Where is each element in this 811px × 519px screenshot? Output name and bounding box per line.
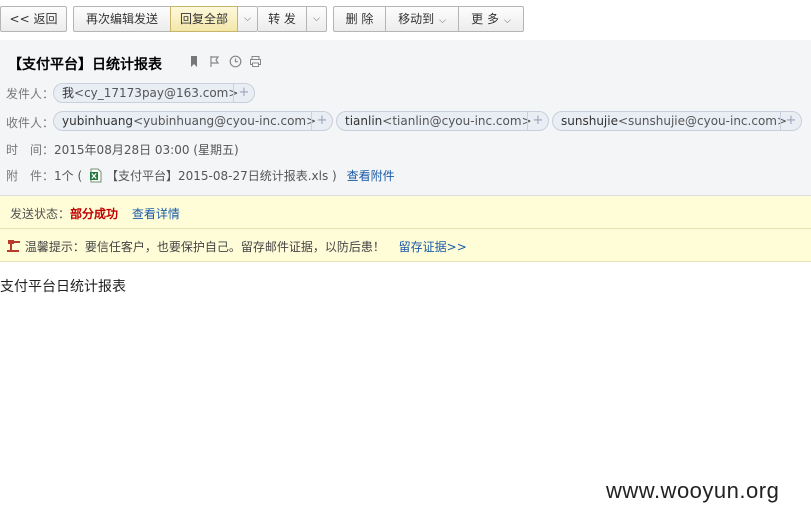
more-button[interactable]: 更 多 ⌵ — [458, 6, 524, 32]
attachment-count: 1个 ( — [54, 169, 83, 183]
recipient-chip[interactable]: yubinhuang<yubinhuang@cyou-inc.com> + — [53, 111, 333, 131]
time-value: 2015年08月28日 03:00 (星期五) — [54, 143, 239, 157]
mail-header: 【支付平台】日统计报表 发件人： 我<cy_17173pay@163.com> … — [0, 40, 811, 196]
to-label: 收件人： — [6, 116, 55, 130]
attachment-file[interactable]: 【支付平台】2015-08-27日统计报表.xls ) — [106, 169, 337, 183]
tip: 温馨提示：要信任客户，也要保护自己。留存邮件证据，以防后患！ 留存证据>> — [7, 238, 467, 255]
excel-file-icon — [89, 168, 102, 183]
sender-name: 我 — [62, 86, 75, 100]
gavel-icon — [7, 240, 20, 252]
add-contact-icon[interactable]: + — [233, 84, 254, 102]
forward-dropdown[interactable]: ⌵ — [307, 6, 327, 32]
reply-all-button[interactable]: 回复全部 — [170, 6, 238, 32]
chevron-down-icon: ⌵ — [439, 16, 446, 26]
tip-bar: 温馨提示：要信任客户，也要保护自己。留存邮件证据，以防后患！ 留存证据>> — [0, 229, 811, 262]
more-label: 更 多 — [471, 12, 499, 26]
recipient-chip[interactable]: sunshujie<sunshujie@cyou-inc.com> + — [552, 111, 802, 131]
mail-body: 支付平台日统计报表 — [0, 279, 126, 295]
recipient-name: yubinhuang — [62, 114, 134, 128]
add-contact-icon[interactable]: + — [780, 112, 801, 130]
delete-button[interactable]: 删 除 — [333, 6, 386, 32]
toolbar: << 返回 再次编辑发送 回复全部 ⌵ 转 发 ⌵ 删 除 移动到 ⌵ 更 多 ⌵ — [0, 6, 811, 34]
subject-actions — [188, 55, 266, 69]
chevron-down-icon: ⌵ — [244, 14, 251, 24]
send-status-value: 部分成功 — [70, 207, 119, 221]
time-label: 时 间： — [6, 143, 55, 157]
from-label: 发件人： — [6, 87, 55, 101]
forward-button[interactable]: 转 发 — [258, 6, 307, 32]
recipient-name: tianlin — [345, 114, 383, 128]
tip-text: 温馨提示：要信任客户，也要保护自己。留存邮件证据，以防后患！ — [24, 240, 385, 254]
recipient-chip[interactable]: tianlin<tianlin@cyou-inc.com> + — [336, 111, 549, 131]
add-contact-icon[interactable]: + — [527, 112, 548, 130]
send-status-bar: 发送状态：部分成功 查看详情 — [0, 196, 811, 229]
back-button[interactable]: << 返回 — [0, 6, 67, 32]
from-row: 发件人： — [6, 85, 54, 102]
bookmark-icon[interactable] — [188, 55, 200, 68]
move-to-label: 移动到 — [398, 12, 435, 26]
sender-address: <cy_17173pay@163.com> — [74, 86, 239, 100]
watermark: www.wooyun.org — [606, 478, 780, 503]
send-status-label: 发送状态： — [10, 207, 71, 221]
recipient-name: sunshujie — [561, 114, 618, 128]
view-attachment-link[interactable]: 查看附件 — [347, 169, 395, 183]
reply-all-dropdown[interactable]: ⌵ — [238, 6, 258, 32]
to-row: 收件人： — [6, 114, 54, 131]
mail-subject: 【支付平台】日统计报表 — [8, 56, 162, 72]
time-row: 时 间：2015年08月28日 03:00 (星期五) — [6, 141, 239, 158]
chevron-down-icon: ⌵ — [504, 16, 511, 26]
attachment-label: 附 件： — [6, 169, 55, 183]
print-icon[interactable] — [249, 55, 262, 68]
flag-icon[interactable] — [208, 55, 221, 68]
reedit-send-button[interactable]: 再次编辑发送 — [73, 6, 171, 32]
attachment-row: 附 件：1个 ( 【支付平台】2015-08-27日统计报表.xls ) 查看附… — [6, 167, 395, 184]
recipient-address: <sunshujie@cyou-inc.com> — [617, 114, 788, 128]
save-evidence-link[interactable]: 留存证据>> — [399, 240, 467, 254]
recipient-address: <yubinhuang@cyou-inc.com> — [133, 114, 317, 128]
sender-chip[interactable]: 我<cy_17173pay@163.com> + — [53, 83, 255, 103]
add-contact-icon[interactable]: + — [311, 112, 332, 130]
move-to-button[interactable]: 移动到 ⌵ — [385, 6, 459, 32]
recipient-address: <tianlin@cyou-inc.com> — [382, 114, 532, 128]
view-details-link[interactable]: 查看详情 — [132, 207, 180, 221]
send-status: 发送状态：部分成功 查看详情 — [10, 205, 180, 222]
clock-icon[interactable] — [229, 55, 242, 68]
chevron-down-icon: ⌵ — [313, 14, 320, 24]
